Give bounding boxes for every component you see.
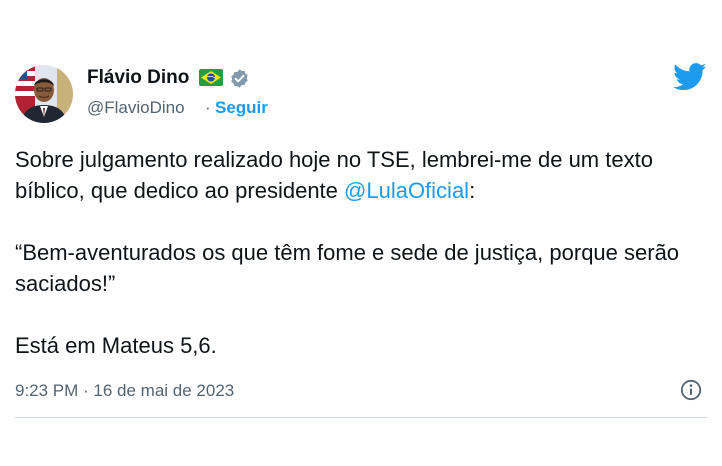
tweet-closing: Está em Mateus 5,6. <box>15 333 217 358</box>
tweet-card: Flávio Dino @FlavioDino · Seguir Sobre j… <box>0 0 722 466</box>
author-handle[interactable]: @FlavioDino <box>87 98 185 118</box>
author-name[interactable]: Flávio Dino <box>87 67 189 89</box>
tweet-text: Sobre julgamento realizado hoje no TSE, … <box>15 144 705 361</box>
tweet-timestamp[interactable]: 9:23 PM · 16 de mai de 2023 <box>15 381 234 401</box>
tweet-text-intro: Sobre julgamento realizado hoje no TSE, … <box>15 147 653 203</box>
follow-button[interactable]: Seguir <box>215 98 268 118</box>
avatar[interactable] <box>15 65 73 123</box>
tweet-text-colon: : <box>469 178 476 203</box>
divider <box>15 417 707 418</box>
tweet-paragraph-1: Sobre julgamento realizado hoje no TSE, … <box>15 144 705 206</box>
mention-link[interactable]: @LulaOficial <box>344 178 469 203</box>
twitter-bird-icon[interactable] <box>673 63 707 91</box>
separator-dot: · <box>205 98 211 117</box>
verified-badge-icon <box>229 68 250 89</box>
tweet-quote: “Bem-aventurados os que têm fome e sede … <box>15 240 680 296</box>
brazil-flag-icon <box>199 69 223 86</box>
info-icon[interactable] <box>680 379 702 401</box>
